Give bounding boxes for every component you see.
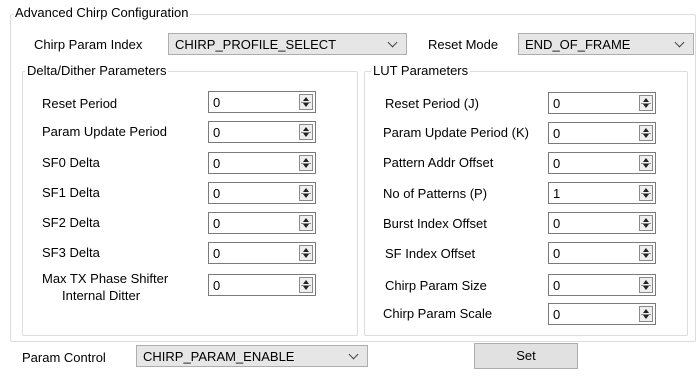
spin-arrows-icon[interactable] (639, 185, 653, 201)
chevron-down-icon (387, 37, 398, 48)
param-update-period-label: Param Update Period (42, 124, 168, 139)
max-tx-phase-shifter-label-line2: Internal Ditter (62, 288, 141, 303)
lut-param-update-period-input[interactable]: 0 (548, 122, 656, 144)
chirp-param-index-value: CHIRP_PROFILE_SELECT (175, 37, 337, 52)
sf-index-offset-label: SF Index Offset (385, 246, 476, 261)
spin-arrows-icon[interactable] (639, 277, 653, 293)
spin-arrows-icon[interactable] (299, 215, 313, 231)
max-tx-phase-shifter-label-line1: Max TX Phase Shifter (42, 271, 169, 286)
param-control-label: Param Control (22, 350, 106, 365)
set-button[interactable]: Set (474, 343, 578, 369)
sf-index-offset-input[interactable]: 0 (548, 242, 656, 264)
pattern-addr-offset-label: Pattern Addr Offset (383, 155, 494, 170)
reset-period-value: 0 (213, 95, 221, 110)
reset-mode-label: Reset Mode (428, 37, 499, 52)
reset-period-label: Reset Period (42, 96, 118, 111)
lut-reset-period-input[interactable]: 0 (548, 92, 656, 114)
no-of-patterns-label: No of Patterns (P) (383, 186, 488, 201)
burst-index-offset-label: Burst Index Offset (383, 216, 487, 231)
sf3-delta-label: SF3 Delta (42, 245, 100, 260)
delta-dither-title: Delta/Dither Parameters (25, 63, 169, 79)
sf0-delta-input[interactable]: 0 (208, 152, 316, 174)
chirp-param-index-label: Chirp Param Index (34, 37, 143, 52)
sf2-delta-value: 0 (213, 216, 221, 231)
lut-parameters-title: LUT Parameters (371, 63, 471, 79)
param-control-select[interactable]: CHIRP_PARAM_ENABLE (136, 345, 368, 367)
no-of-patterns-input[interactable]: 1 (548, 182, 656, 204)
no-of-patterns-value: 1 (553, 186, 561, 201)
lut-reset-period-value: 0 (553, 96, 561, 111)
sf3-delta-value: 0 (213, 246, 221, 261)
chirp-param-scale-input[interactable]: 0 (548, 303, 656, 325)
sf-index-offset-value: 0 (553, 246, 561, 261)
chirp-param-size-label: Chirp Param Size (385, 278, 487, 293)
max-tx-phase-shifter-value: 0 (213, 278, 221, 293)
chirp-param-index-select[interactable]: CHIRP_PROFILE_SELECT (168, 33, 407, 55)
spin-arrows-icon[interactable] (299, 124, 313, 140)
max-tx-phase-shifter-input[interactable]: 0 (208, 274, 316, 296)
chirp-param-size-input[interactable]: 0 (548, 274, 656, 296)
chevron-down-icon (674, 37, 685, 48)
lut-param-update-period-value: 0 (553, 126, 561, 141)
spin-arrows-icon[interactable] (639, 245, 653, 261)
chirp-param-scale-label: Chirp Param Scale (383, 306, 493, 321)
spin-arrows-icon[interactable] (299, 155, 313, 171)
reset-mode-value: END_OF_FRAME (525, 37, 631, 52)
reset-period-input[interactable]: 0 (208, 91, 316, 113)
reset-mode-select[interactable]: END_OF_FRAME (518, 33, 694, 55)
param-update-period-value: 0 (213, 125, 221, 140)
param-control-value: CHIRP_PARAM_ENABLE (143, 349, 295, 364)
sf3-delta-input[interactable]: 0 (208, 242, 316, 264)
spin-arrows-icon[interactable] (299, 277, 313, 293)
chevron-down-icon (348, 349, 359, 360)
sf1-delta-label: SF1 Delta (42, 185, 100, 200)
spin-arrows-icon[interactable] (639, 95, 653, 111)
advanced-chirp-config-title: Advanced Chirp Configuration (13, 5, 191, 21)
spin-arrows-icon[interactable] (299, 185, 313, 201)
burst-index-offset-input[interactable]: 0 (548, 212, 656, 234)
spin-arrows-icon[interactable] (639, 125, 653, 141)
lut-param-update-period-label: Param Update Period (K) (383, 125, 529, 140)
burst-index-offset-value: 0 (553, 216, 561, 231)
sf1-delta-value: 0 (213, 186, 221, 201)
sf0-delta-value: 0 (213, 156, 221, 171)
sf1-delta-input[interactable]: 0 (208, 182, 316, 204)
sf0-delta-label: SF0 Delta (42, 155, 100, 170)
sf2-delta-input[interactable]: 0 (208, 212, 316, 234)
pattern-addr-offset-value: 0 (553, 156, 561, 171)
pattern-addr-offset-input[interactable]: 0 (548, 152, 656, 174)
spin-arrows-icon[interactable] (639, 306, 653, 322)
spin-arrows-icon[interactable] (299, 94, 313, 110)
param-update-period-input[interactable]: 0 (208, 121, 316, 143)
chirp-param-size-value: 0 (553, 278, 561, 293)
spin-arrows-icon[interactable] (639, 215, 653, 231)
lut-reset-period-label: Reset Period (J) (385, 96, 479, 111)
sf2-delta-label: SF2 Delta (42, 215, 100, 230)
spin-arrows-icon[interactable] (299, 245, 313, 261)
chirp-param-scale-value: 0 (553, 307, 561, 322)
spin-arrows-icon[interactable] (639, 155, 653, 171)
